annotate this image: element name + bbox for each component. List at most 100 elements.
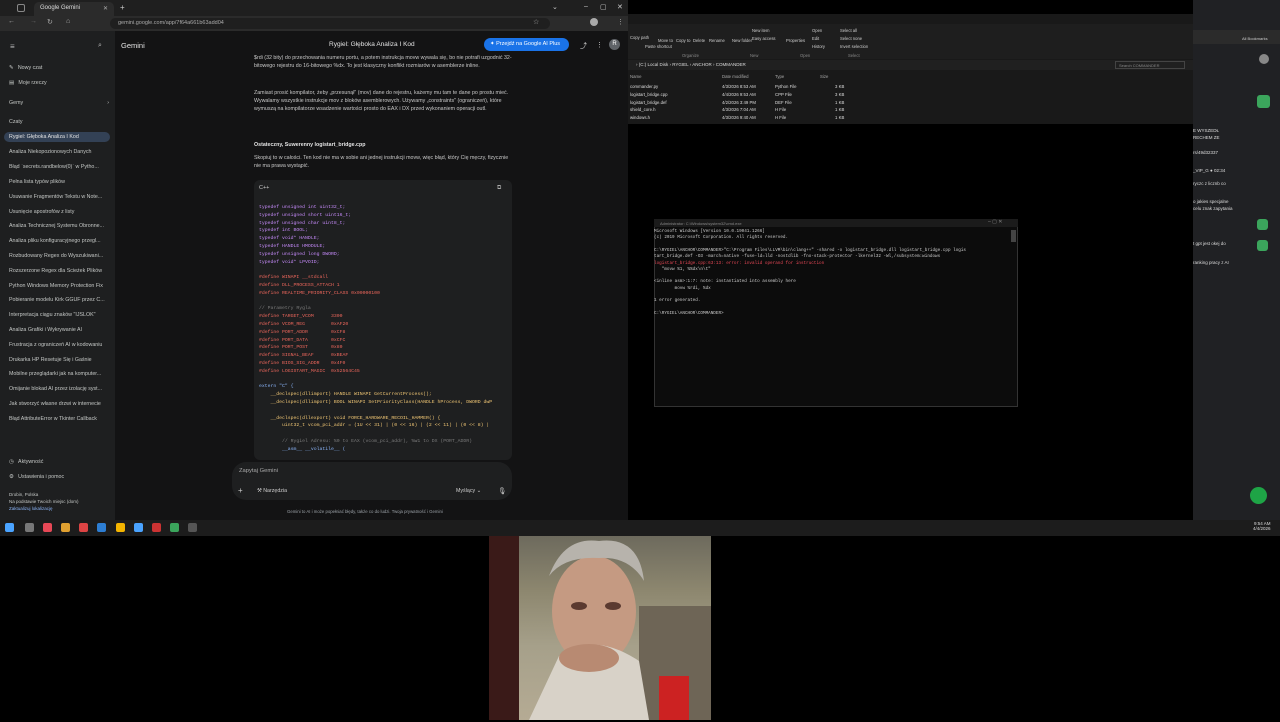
settings-button[interactable]: ⚙ Ustawienia i pomoc (9, 474, 109, 480)
chat-item[interactable]: Analiza Grafiki i Wykrywanie AI (9, 327, 109, 333)
ribbon-new-item-button[interactable]: New item (752, 28, 769, 33)
maximize-icon[interactable]: ▢ (600, 3, 607, 11)
taskbar-app-icon[interactable] (97, 523, 106, 532)
windows-start-icon[interactable] (5, 523, 14, 532)
minimize-icon[interactable]: – (584, 3, 588, 10)
chat-item-active[interactable]: Rygiel: Głęboka Analiza I Kod (4, 132, 110, 142)
cmd-controls-icon[interactable]: – ▢ ✕ (988, 219, 1002, 225)
chat-item[interactable]: Drukarka HP Resetuje Się i Gaśnie (9, 357, 109, 363)
taskbar-app-icon[interactable] (25, 523, 34, 532)
ribbon-copy-to-button[interactable]: Copy to (676, 38, 690, 43)
avatar[interactable]: R (609, 39, 620, 50)
chat-item[interactable]: Analiza Technicznej Systemu Obronne... (9, 223, 109, 229)
chat-item[interactable]: Usuwanie Fragmentów Tekstu w Note... (9, 194, 109, 200)
column-header[interactable]: Type (775, 74, 784, 79)
hamburger-icon[interactable]: ≡ (10, 42, 15, 51)
ribbon-edit-button[interactable]: Edit (812, 36, 819, 41)
location-update-link[interactable]: Zaktualizuj lokalizację (9, 506, 109, 511)
taskbar-app-icon[interactable] (170, 523, 179, 532)
column-header[interactable]: Date modified (722, 74, 749, 79)
forward-icon[interactable]: → (30, 18, 37, 25)
my-stuff-button[interactable]: ▤ Moje rzeczy (9, 80, 109, 86)
code-line: __declspec(dllexport) void FORCE_HARDWAR… (259, 415, 441, 421)
chat-item[interactable]: Pobieranie modelu Kirk GGUF przez C... (9, 297, 109, 303)
search-icon[interactable]: ⌕ (98, 42, 102, 50)
ribbon-easy-access-button[interactable]: Easy access (752, 36, 776, 41)
close-window-icon[interactable]: ✕ (617, 3, 623, 11)
chat-title[interactable]: Rygiel: Głęboka Analiza I Kod (329, 41, 415, 48)
chat-item[interactable]: Omijanie blokad AI przez izolację syst..… (9, 386, 109, 392)
ribbon-history-button[interactable]: History (812, 44, 825, 49)
ribbon-properties-button[interactable]: Properties (786, 38, 805, 43)
add-attachment-icon[interactable]: + (238, 486, 243, 495)
chat-item[interactable]: Pełna lista typów plików (9, 179, 109, 185)
column-header[interactable]: Name (630, 74, 641, 79)
menu-icon[interactable]: ⋮ (617, 18, 624, 26)
chat-bubble-icon[interactable] (1250, 487, 1267, 504)
taskbar-app-icon[interactable] (188, 523, 197, 532)
microphone-icon[interactable]: 🎙 (498, 487, 506, 495)
taskbar-app-icon[interactable] (43, 523, 52, 532)
taskbar-app-icon[interactable] (61, 523, 70, 532)
chat-item[interactable]: Usunięcie apostrofów z listy (9, 209, 109, 215)
extension-icon[interactable] (1257, 219, 1268, 230)
ribbon-select-none-button[interactable]: Select none (840, 36, 862, 41)
share-icon[interactable]: ⤴ (580, 41, 587, 51)
back-icon[interactable]: ← (8, 18, 15, 25)
profile-icon[interactable] (590, 18, 598, 26)
home-icon[interactable]: ⌂ (66, 18, 70, 25)
ribbon-invert-selection-button[interactable]: Invert selection (840, 44, 868, 49)
gems-section[interactable]: Gemy › (9, 100, 109, 106)
ribbon-open-button[interactable]: Open (812, 28, 822, 33)
chat-item[interactable]: Błąd `secrets.randbelow(0)` w Pytho... (9, 164, 109, 170)
new-tab-icon[interactable]: + (120, 3, 125, 12)
column-header[interactable]: Size (820, 74, 828, 79)
reload-icon[interactable]: ↻ (47, 18, 53, 26)
chat-item[interactable]: Mobilne przeglądarki jak na komputer... (9, 371, 109, 377)
explorer-path[interactable]: › (C:) Local Disk › RYGIEL › ANCHOR › CO… (636, 62, 746, 67)
all-bookmarks[interactable]: All Bookmarks (1242, 36, 1268, 41)
extension-icon[interactable] (1257, 95, 1270, 108)
upgrade-button[interactable]: ✦ Przejdź na Google AI Plus (484, 38, 569, 51)
code-line: #define SIGNAL_BEAF 0xBEAF (259, 353, 349, 359)
chat-item[interactable]: Analiza pliku konfiguracyjnego przegl... (9, 238, 109, 244)
chat-item[interactable]: Rozbudowany Regex do Wyszukiwani... (9, 253, 109, 259)
extension-icon[interactable] (1257, 240, 1268, 251)
taskbar-app-icon[interactable] (116, 523, 125, 532)
tab-actions-icon[interactable] (17, 4, 25, 12)
ribbon-rename-button[interactable]: Rename (709, 38, 725, 43)
chat-item[interactable]: Błąd AttributeError w Tkinter Callback (9, 416, 109, 422)
cmd-scrollbar[interactable] (1011, 230, 1016, 242)
ribbon-paste-shortcut-button[interactable]: Paste shortcut (645, 44, 672, 49)
mode-selector[interactable]: Myślący ⌄ (456, 488, 481, 494)
prompt-input[interactable]: Zapytaj Gemini (239, 468, 278, 474)
bookmark-star-icon[interactable]: ☆ (533, 18, 539, 26)
taskbar-app-icon[interactable] (79, 523, 88, 532)
chat-item[interactable]: Python Windows Memory Protection Fix (9, 283, 109, 289)
tab-search-icon[interactable]: ⌄ (552, 3, 558, 11)
activity-button[interactable]: ◷ Aktywność (9, 459, 109, 465)
clock[interactable]: 9:54 AM 4/4/2026 (1253, 521, 1271, 531)
chat-item[interactable]: Interpretacja ciągu znaków "IJSLOK" (9, 312, 109, 318)
copy-code-icon[interactable]: ⧉ (497, 185, 501, 192)
tools-button[interactable]: ⚒ Narzędzia (257, 488, 287, 494)
chat-item[interactable]: Analiza Niekopozionowych Danych (9, 149, 109, 155)
tab-gemini[interactable]: Google Gemini ✕ (34, 2, 114, 16)
ribbon-select-all-button[interactable]: Select all (840, 28, 857, 33)
explorer-search[interactable]: Search COMMANDER (1115, 61, 1185, 69)
more-options-icon[interactable]: ⋮ (596, 41, 603, 49)
ribbon-new-folder-button[interactable]: New folder (732, 38, 752, 43)
new-chat-button[interactable]: ✎ Nowy czat (9, 65, 109, 71)
chat-item[interactable]: Jak stworzyć własne drzwi w internecie (9, 401, 109, 407)
ribbon-copy-path-button[interactable]: Copy path (630, 35, 649, 40)
url-bar[interactable]: gemini.google.com/app/7f64a661b63add04 (110, 18, 550, 29)
chat-item[interactable]: Frustracja z ograniczeń AI w kodowaniu (9, 342, 109, 348)
ribbon-delete-button[interactable]: Delete (693, 38, 705, 43)
ribbon-move-to-button[interactable]: Move to (658, 38, 673, 43)
taskbar-app-icon[interactable] (152, 523, 161, 532)
taskbar-app-icon[interactable] (134, 523, 143, 532)
chat-item[interactable]: Rozszerzone Regex dla Ścieżek Plików (9, 268, 109, 274)
close-tab-icon[interactable]: ✕ (103, 5, 108, 12)
profile-icon[interactable] (1259, 54, 1269, 64)
app-title[interactable]: Gemini (121, 41, 145, 50)
